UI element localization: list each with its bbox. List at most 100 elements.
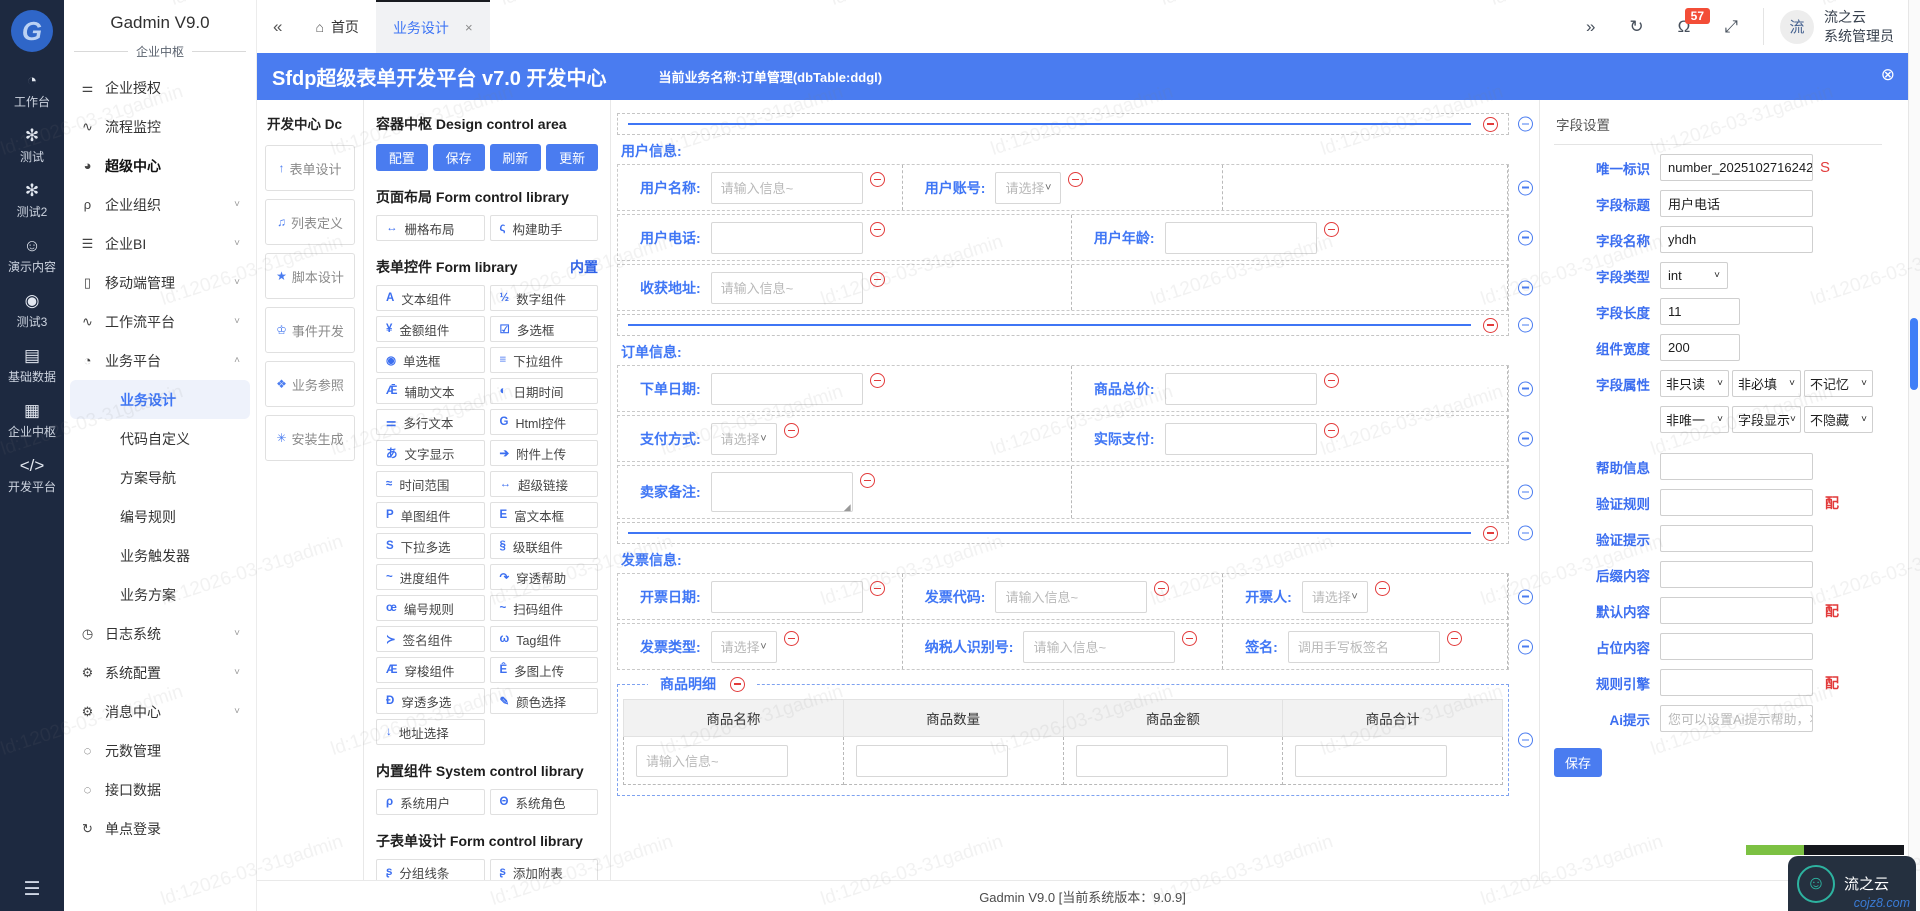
control-html-control[interactable]: G Html控件 [489, 409, 598, 435]
rail-item-enterprise-hub[interactable]: ▦ 企业中枢 [8, 402, 56, 440]
field-cell-actual-pay[interactable]: 实际支付: [1072, 416, 1508, 461]
control-radio-field[interactable]: ◉ 单选框 [376, 347, 485, 373]
control-multi-select[interactable]: S 下拉多选 [376, 533, 485, 559]
invoice-type-select[interactable]: 请选择 ˅ [710, 630, 777, 663]
builtin-link[interactable]: 内置 [570, 257, 598, 277]
invoice-code-input[interactable]: 请输入信息~ [995, 580, 1148, 613]
field-cell-order-date[interactable]: 下单日期: [618, 366, 1072, 411]
validate-hint-input[interactable] [1660, 525, 1813, 552]
invoice-date-input[interactable] [710, 580, 863, 613]
control-scan-field[interactable]: ~ 扫码组件 [489, 595, 598, 621]
remove-row-icon[interactable] [1518, 180, 1533, 195]
control-text-display[interactable]: あ文字显示 [376, 440, 485, 466]
user-name-input[interactable]: 请输入信息~ [710, 171, 863, 204]
biz-reference-button[interactable]: ❖ 业务参照 [265, 361, 355, 407]
remove-field-icon[interactable] [1446, 631, 1462, 646]
ai-hint-input[interactable]: 您可以设置Ai提示帮助，将 [1660, 705, 1813, 732]
field-cell-invoice-issuer[interactable]: 开票人: 请选择 ˅ [1223, 574, 1508, 619]
control-add-subtable[interactable]: ʂ 添加附表 [489, 859, 598, 880]
list-define-button[interactable]: ♫ 列表定义 [265, 199, 355, 245]
rail-item-workbench[interactable]: ◔ 工作台 [14, 72, 50, 110]
sidebar-item-business-plan[interactable]: 业务方案 [64, 575, 256, 614]
control-single-image[interactable]: P 单图组件 [376, 502, 485, 528]
actual-pay-input[interactable] [1164, 422, 1317, 455]
field-cell-user-phone[interactable]: 用户电话: [618, 215, 1072, 260]
remove-field-icon[interactable] [859, 473, 875, 488]
field-attrs-1-select[interactable]: 非必填 ˅ [1732, 370, 1801, 397]
suffix-content-input[interactable] [1660, 561, 1813, 588]
remove-divider-icon[interactable] [1483, 116, 1498, 132]
remove-row-icon[interactable] [1518, 484, 1533, 500]
event-dev-button[interactable]: ♔ 事件开发 [265, 307, 355, 353]
taxpayer-id-input[interactable]: 请输入信息~ [1023, 630, 1176, 663]
remove-row-icon[interactable] [1518, 525, 1533, 541]
update-button[interactable]: 更新 [546, 144, 598, 171]
remove-field-icon[interactable] [1374, 581, 1390, 596]
rail-item-test[interactable]: ✻ 测试 [20, 127, 44, 165]
app-logo-icon[interactable]: G [11, 10, 53, 52]
rule-engine-input[interactable] [1660, 669, 1813, 696]
control-select-field[interactable]: ≡ 下拉组件 [489, 347, 598, 373]
field-length-input[interactable]: 11 [1660, 298, 1740, 325]
remove-row-icon[interactable] [1518, 431, 1533, 446]
remove-divider-icon[interactable] [1483, 317, 1498, 333]
refresh-button[interactable]: 刷新 [489, 144, 542, 171]
refresh-icon[interactable]: ↻ [1612, 17, 1660, 37]
control-drill-multi[interactable]: Đ 穿透多选 [376, 688, 485, 714]
control-drill-help[interactable]: ↷ 穿透帮助 [489, 564, 598, 590]
remove-row-icon[interactable] [1518, 589, 1533, 604]
expand-tabs-icon[interactable]: » [1569, 17, 1612, 37]
sidebar-item-business-platform[interactable]: ◔ 业务平台 ˄ [64, 341, 256, 380]
remove-divider-icon[interactable] [1483, 525, 1498, 541]
tab-home[interactable]: ⌂ 首页 [298, 0, 375, 53]
field-cell-invoice-date[interactable]: 开票日期: [618, 574, 903, 619]
sidebar-item-super-center[interactable]: ◕ 超级中心 [64, 146, 256, 185]
sidebar-item-enterprise-org[interactable]: ρ 企业组织 ˅ [64, 185, 256, 224]
control-tag-field[interactable]: ω Tag组件 [489, 626, 598, 652]
sidebar-item-numbering-rule[interactable]: 编号规则 [64, 497, 256, 536]
control-file-upload[interactable]: ➔ 附件上传 [489, 440, 598, 466]
sidebar-collapse-icon[interactable]: « [257, 17, 298, 37]
sidebar-item-sso-login[interactable]: ↻ 单点登录 [64, 809, 256, 848]
rail-collapse-icon[interactable]: ☰ [0, 878, 64, 901]
table-cell-input[interactable] [1075, 744, 1228, 777]
remove-row-icon[interactable] [1518, 317, 1533, 333]
fullscreen-icon[interactable]: ⤢ [1707, 17, 1755, 37]
field-cell-seller-remark[interactable]: 卖家备注: ◢ [618, 466, 1072, 518]
remove-field-icon[interactable] [783, 423, 799, 438]
remove-row-icon[interactable] [1518, 639, 1533, 654]
control-color-picker[interactable]: ✎ 颜色选择 [489, 688, 598, 714]
field-save-button[interactable]: 保存 [1554, 748, 1602, 777]
scrollbar-thumb[interactable] [1910, 318, 1918, 390]
control-progress-field[interactable]: ~ 进度组件 [376, 564, 485, 590]
control-textarea-field[interactable]: ⚌ 多行文本 [376, 409, 485, 435]
validate-rule-input[interactable] [1660, 489, 1813, 516]
field-name-input[interactable]: yhdh [1660, 226, 1813, 253]
sidebar-item-system-config[interactable]: ⚙ 系统配置 ˅ [64, 653, 256, 692]
scrollbar-track[interactable] [1908, 0, 1920, 911]
chat-widget[interactable]: ☺ 流之云 cojz8.com [1788, 856, 1916, 911]
control-system-user[interactable]: ρ 系统用户 [376, 789, 485, 815]
remove-field-icon[interactable] [1323, 373, 1339, 388]
invoice-issuer-select[interactable]: 请选择 ˅ [1301, 580, 1368, 613]
remove-row-icon[interactable] [1518, 381, 1533, 396]
sidebar-item-business-design[interactable]: 业务设计 [70, 380, 250, 419]
save-button[interactable]: 保存 [432, 144, 485, 171]
close-tab-icon[interactable]: × [465, 20, 473, 35]
delivery-address-input[interactable]: 请输入信息~ [710, 271, 863, 304]
field-cell-pay-method[interactable]: 支付方式: 请选择 ˅ [618, 416, 1072, 461]
signature-input[interactable]: 调用手写板签名 [1287, 630, 1440, 663]
configure-link[interactable]: 配 [1825, 673, 1839, 693]
control-text-field[interactable]: A 文本组件 [376, 285, 485, 311]
sidebar-item-log-system[interactable]: ◷ 日志系统 ˅ [64, 614, 256, 653]
remove-field-icon[interactable] [1323, 423, 1339, 438]
sidebar-item-mobile-mgmt[interactable]: ▯ 移动端管理 ˅ [64, 263, 256, 302]
control-system-role[interactable]: Θ 系统角色 [489, 789, 598, 815]
help-info-input[interactable] [1660, 453, 1813, 480]
configure-link[interactable]: 配 [1825, 601, 1839, 621]
field-type-select[interactable]: int ˅ [1660, 262, 1728, 289]
default-content-input[interactable] [1660, 597, 1813, 624]
control-multi-image[interactable]: Ê 多图上传 [489, 657, 598, 683]
sidebar-item-business-trigger[interactable]: 业务触发器 [64, 536, 256, 575]
sidebar-item-workflow-platform[interactable]: ∿ 工作流平台 ˅ [64, 302, 256, 341]
